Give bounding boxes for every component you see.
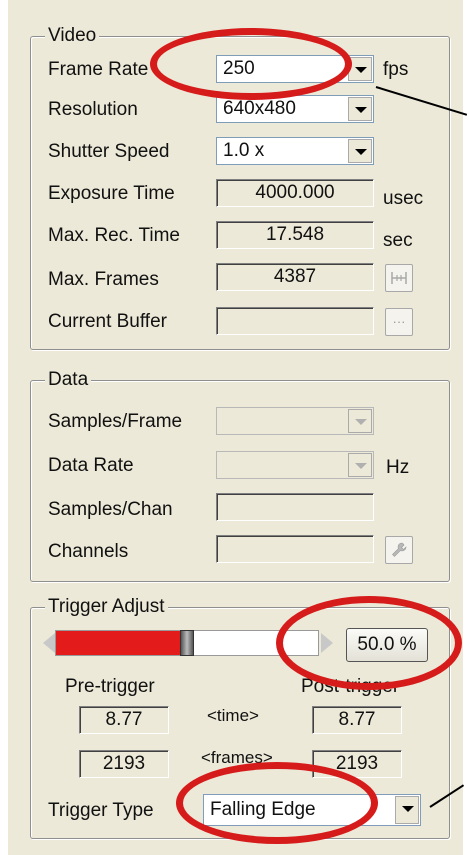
- resolution-dropdown[interactable]: 640x480: [216, 95, 374, 123]
- current-buffer-label: Current Buffer: [48, 311, 167, 332]
- channels-settings-button[interactable]: [385, 536, 413, 564]
- post-trigger-time-field: 8.77: [312, 706, 402, 734]
- slider-right-arrow-icon[interactable]: [321, 633, 333, 653]
- current-buffer-button[interactable]: ···: [385, 308, 413, 336]
- frame-rate-label: Frame Rate: [48, 59, 149, 80]
- samples-frame-label: Samples/Frame: [48, 411, 183, 432]
- exposure-time-unit: usec: [383, 188, 424, 209]
- shutter-speed-label: Shutter Speed: [48, 141, 170, 162]
- frame-rate-unit: fps: [383, 59, 409, 80]
- frame-rate-dropdown[interactable]: 250: [216, 55, 374, 83]
- max-rec-time-unit: sec: [383, 230, 413, 251]
- data-rate-unit: Hz: [386, 457, 410, 478]
- data-rate-dropdown[interactable]: [216, 451, 374, 479]
- chevron-down-icon[interactable]: [395, 796, 419, 824]
- video-group: Video Frame Rate 250 fps Resolution 640x…: [30, 25, 450, 350]
- resolution-label: Resolution: [48, 99, 138, 120]
- trigger-adjust-group: Trigger Adjust 50.0 % Pre-trigger Post-t…: [30, 596, 450, 839]
- data-group: Data Samples/Frame Data Rate Hz Samples/…: [30, 369, 450, 582]
- chevron-down-icon[interactable]: [348, 57, 372, 81]
- wrench-icon: [392, 542, 407, 557]
- exposure-time-field: 4000.000: [216, 179, 374, 207]
- pre-trigger-label: Pre-trigger: [65, 676, 155, 697]
- data-legend: Data: [45, 369, 92, 391]
- channels-field: [216, 535, 374, 563]
- post-trigger-label: Post-trigger: [301, 676, 400, 697]
- video-legend: Video: [45, 25, 100, 47]
- trigger-type-dropdown[interactable]: Falling Edge: [203, 794, 421, 826]
- frames-label: <frames>: [201, 748, 273, 767]
- recording-settings-panel: Video Frame Rate 250 fps Resolution 640x…: [8, 0, 463, 855]
- range-icon: [391, 272, 407, 284]
- max-rec-time-field: 17.548: [216, 221, 374, 249]
- trigger-slider-track[interactable]: [55, 630, 319, 656]
- channels-label: Channels: [48, 541, 129, 562]
- trigger-slider-fill: [56, 631, 187, 655]
- post-trigger-frames-field: 2193: [312, 750, 402, 778]
- frame-rate-value: 250: [223, 58, 255, 79]
- pre-trigger-frames-field: 2193: [79, 750, 169, 778]
- trigger-adjust-legend: Trigger Adjust: [45, 596, 168, 618]
- max-rec-time-label: Max. Rec. Time: [48, 225, 180, 246]
- samples-frame-dropdown[interactable]: [216, 407, 374, 435]
- trigger-slider-thumb[interactable]: [180, 630, 194, 656]
- trigger-percent-button[interactable]: 50.0 %: [346, 628, 428, 662]
- shutter-speed-dropdown[interactable]: 1.0 x: [216, 137, 374, 165]
- resolution-value: 640x480: [223, 98, 296, 119]
- trigger-type-value: Falling Edge: [210, 799, 316, 820]
- current-buffer-field: [216, 307, 374, 335]
- slider-left-arrow-icon[interactable]: [43, 633, 55, 653]
- exposure-time-label: Exposure Time: [48, 183, 175, 204]
- data-rate-label: Data Rate: [48, 455, 134, 476]
- chevron-down-icon[interactable]: [348, 453, 372, 477]
- samples-chan-field: [216, 493, 374, 521]
- chevron-down-icon[interactable]: [348, 139, 372, 163]
- shutter-speed-value: 1.0 x: [223, 140, 265, 161]
- max-frames-button[interactable]: [385, 264, 413, 292]
- max-frames-label: Max. Frames: [48, 269, 159, 290]
- max-frames-field: 4387: [216, 263, 374, 291]
- trigger-type-label: Trigger Type: [48, 800, 154, 821]
- samples-chan-label: Samples/Chan: [48, 499, 173, 520]
- chevron-down-icon[interactable]: [348, 97, 372, 121]
- time-label: <time>: [207, 706, 259, 725]
- pre-trigger-time-field: 8.77: [79, 706, 169, 734]
- chevron-down-icon[interactable]: [348, 409, 372, 433]
